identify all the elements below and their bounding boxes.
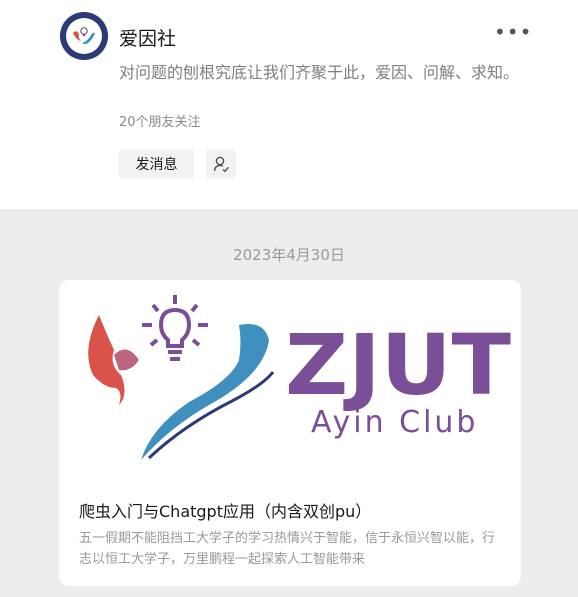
account-name: 爱因社: [119, 28, 177, 50]
article-summary: 五一假期不能阻挡工大学子的学习热情兴于智能，信于永恒兴智以能，行志以恒工大学子，…: [79, 531, 496, 567]
article-title[interactable]: 爬虫入门与Chatgpt应用（内含双创pu）: [79, 498, 509, 522]
more-icon[interactable]: •••: [494, 22, 532, 42]
followers-count: 20个朋友关注: [119, 115, 201, 130]
post-date: 2023年4月30日: [233, 246, 345, 264]
avatar[interactable]: [60, 12, 108, 60]
send-message-button[interactable]: 发消息: [119, 149, 194, 179]
article-cover-image: ZJUT Ayin Club: [59, 280, 521, 480]
article-card[interactable]: ZJUT Ayin Club 爬虫入门与Chatgpt应用（内含双创pu） 五一…: [59, 280, 521, 586]
user-check-icon: [213, 156, 229, 173]
account-description: 对问题的刨根究底让我们齐聚于此，爱因、问解、求知。: [119, 63, 520, 82]
profile-header: 爱因社 ••• 对问题的刨根究底让我们齐聚于此，爱因、问解、求知。 20个朋友关…: [0, 0, 578, 209]
cover-logo-subtitle: Ayin Club: [311, 405, 478, 440]
cover-logo-title: ZJUT: [285, 316, 511, 414]
user-check-button[interactable]: [206, 149, 236, 179]
